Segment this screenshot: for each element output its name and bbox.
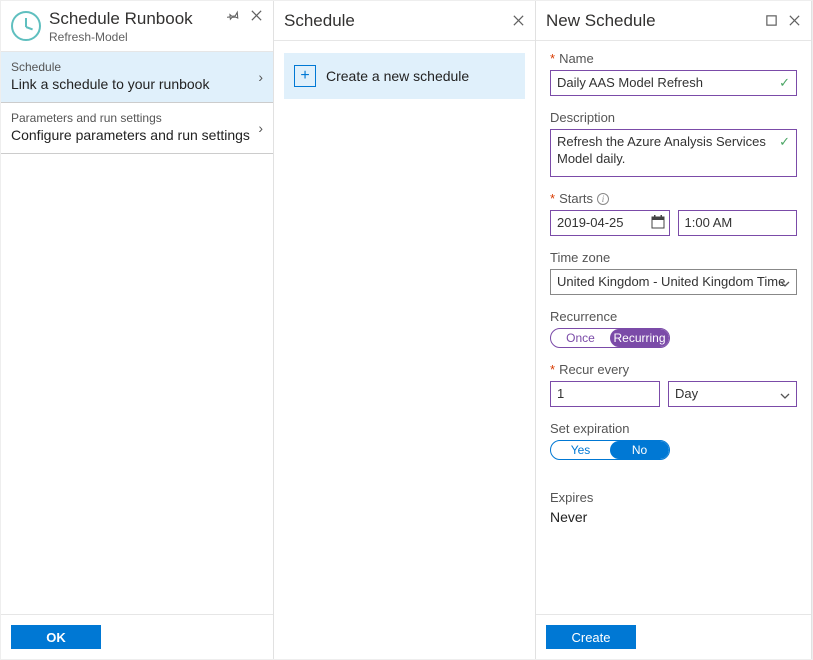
close-icon[interactable]: [512, 14, 525, 27]
nav-item-parameters[interactable]: Parameters and run settings Configure pa…: [1, 103, 273, 154]
starts-label: Starts: [559, 191, 593, 206]
pin-icon[interactable]: [227, 9, 240, 22]
plus-icon: +: [294, 65, 316, 87]
name-label: Name: [559, 51, 594, 66]
nav-item-small: Parameters and run settings: [11, 111, 263, 125]
schedule-runbook-blade: Schedule Runbook Refresh-Model Schedule …: [1, 1, 274, 659]
maximize-icon[interactable]: [765, 14, 778, 27]
recurrence-recurring[interactable]: Recurring: [610, 329, 669, 347]
bottom-bar: Create: [536, 614, 811, 659]
ok-button[interactable]: OK: [11, 625, 101, 649]
timezone-label: Time zone: [550, 250, 610, 265]
starts-date-value: 2019-04-25: [557, 215, 624, 230]
expiration-no[interactable]: No: [610, 441, 669, 459]
description-input[interactable]: Refresh the Azure Analysis Services Mode…: [550, 129, 797, 177]
nav-item-big: Link a schedule to your runbook: [11, 76, 263, 92]
set-expiration-toggle[interactable]: Yes No: [550, 440, 670, 460]
create-button[interactable]: Create: [546, 625, 636, 649]
timezone-value: United Kingdom - United Kingdom Time: [557, 274, 785, 289]
create-new-schedule-button[interactable]: + Create a new schedule: [284, 53, 525, 99]
nav-item-big: Configure parameters and run settings: [11, 127, 263, 143]
blade-title: New Schedule: [546, 11, 656, 31]
calendar-icon: [651, 215, 665, 232]
recurrence-label: Recurrence: [550, 309, 617, 324]
nav-item-small: Schedule: [11, 60, 263, 74]
bottom-bar: OK: [1, 614, 273, 659]
starts-date-input[interactable]: 2019-04-25: [550, 210, 670, 236]
recur-every-label: Recur every: [559, 362, 629, 377]
recurrence-once[interactable]: Once: [551, 329, 610, 347]
description-label: Description: [550, 110, 615, 125]
blade-header: Schedule Runbook Refresh-Model: [1, 1, 273, 52]
blade-subtitle: Refresh-Model: [49, 31, 193, 43]
chevron-down-icon: [780, 389, 790, 404]
clock-icon: [11, 11, 41, 41]
expires-value: Never: [550, 509, 797, 525]
schedule-blade: Schedule + Create a new schedule: [274, 1, 536, 659]
recurrence-toggle[interactable]: Once Recurring: [550, 328, 670, 348]
recur-every-unit-value: Day: [675, 386, 698, 401]
nav-item-schedule[interactable]: Schedule Link a schedule to your runbook…: [1, 52, 273, 103]
blade-header: Schedule: [274, 1, 535, 41]
recur-every-unit-select[interactable]: Day: [668, 381, 797, 407]
close-icon[interactable]: [250, 9, 263, 22]
set-expiration-label: Set expiration: [550, 421, 630, 436]
blade-title: Schedule: [284, 11, 355, 31]
timezone-select[interactable]: United Kingdom - United Kingdom Time: [550, 269, 797, 295]
close-icon[interactable]: [788, 14, 801, 27]
starts-time-input[interactable]: 1:00 AM: [678, 210, 798, 236]
blade-header: New Schedule: [536, 1, 811, 41]
chevron-down-icon: [780, 277, 790, 292]
expires-label: Expires: [550, 490, 593, 505]
name-input[interactable]: Daily AAS Model Refresh: [550, 70, 797, 96]
recur-every-input[interactable]: 1: [550, 381, 660, 407]
new-schedule-form: *Name Daily AAS Model Refresh Descriptio…: [536, 41, 811, 549]
chevron-right-icon: ›: [258, 69, 263, 85]
new-schedule-blade: New Schedule *Name Daily AAS Model Refre…: [536, 1, 812, 659]
expiration-yes[interactable]: Yes: [551, 441, 610, 459]
blade-title: Schedule Runbook: [49, 9, 193, 29]
info-icon[interactable]: i: [597, 193, 609, 205]
create-schedule-label: Create a new schedule: [326, 68, 469, 84]
chevron-right-icon: ›: [258, 120, 263, 136]
